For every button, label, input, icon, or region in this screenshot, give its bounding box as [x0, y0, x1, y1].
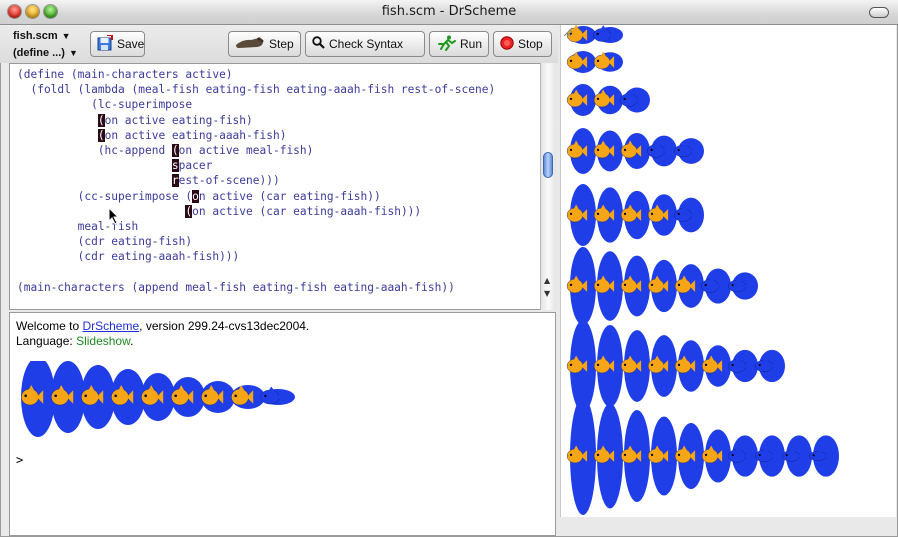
stop-icon — [500, 35, 514, 53]
chevron-down-icon: ▼ — [68, 48, 78, 58]
code-highlight: ( — [171, 144, 179, 158]
language-name: Slideshow — [76, 334, 131, 348]
language-suffix: . — [130, 334, 134, 348]
language-prefix: Language: — [16, 334, 77, 348]
code-line: (cdr eating-fish) — [17, 235, 193, 249]
code-line: (on active (car eating-aaah-fish))) — [185, 204, 422, 218]
check-syntax-button-label: Check Syntax — [329, 37, 404, 51]
definitions-scrollbar[interactable]: ▲ ▼ — [540, 63, 556, 310]
code-line: (cc-superimpose (on active (car eating-f… — [17, 189, 381, 203]
code-highlight: r — [171, 174, 179, 188]
drscheme-link[interactable]: DrScheme — [82, 319, 139, 333]
code-highlight: o — [192, 189, 199, 203]
chevron-down-icon: ▼ — [61, 31, 71, 41]
stop-button-label: Stop — [518, 37, 543, 51]
code-line: (foldl (lambda (meal-fish eating-fish ea… — [17, 83, 496, 97]
code-line: (hc-append (on active meal-fish) — [17, 144, 314, 158]
code-highlight: ( — [97, 128, 105, 142]
code-highlight: s — [171, 159, 179, 173]
scrollbar-thumb[interactable] — [543, 152, 553, 178]
window-title: fish.scm - DrScheme — [381, 4, 517, 19]
title-bar: fish.scm - DrScheme — [0, 0, 898, 25]
code-highlight: ( — [97, 113, 105, 127]
code-line: (on active eating-fish) — [97, 113, 253, 127]
slideshow-stage — [560, 25, 896, 517]
fish-scene — [566, 25, 839, 515]
definitions-editor[interactable]: (define (main-characters active) (foldl … — [9, 63, 542, 310]
welcome-prefix: Welcome to — [16, 319, 83, 333]
code-line: (main-characters (append meal-fish eatin… — [17, 280, 455, 294]
toolbar-toggle-button[interactable] — [869, 7, 889, 18]
check-syntax-button[interactable]: Check Syntax — [305, 31, 425, 57]
code-line: (define (main-characters active) — [17, 68, 233, 81]
check-syntax-icon — [312, 36, 325, 52]
repl-prompt[interactable]: > — [16, 453, 23, 467]
file-name-label: fish.scm — [13, 30, 58, 42]
language-line: Language: Slideshow. — [16, 334, 133, 348]
code-line: (cdr eating-aaah-fish))) — [17, 250, 240, 264]
step-icon — [235, 36, 265, 53]
step-button-label: Step — [269, 37, 294, 51]
version-text: , version 299.24-cvs13dec2004. — [139, 319, 310, 333]
define-popup-label: (define ...) — [13, 47, 65, 59]
save-icon — [97, 33, 113, 54]
scroll-up-arrow[interactable]: ▲ — [544, 276, 550, 285]
drscheme-window: fish.scm - DrScheme fish.scm ▼ (define ..… — [0, 0, 898, 537]
interactions-window[interactable]: Welcome to DrScheme, version 299.24-cvs1… — [9, 312, 556, 536]
file-name-popup[interactable]: fish.scm ▼ — [13, 30, 71, 42]
mouse-cursor-icon — [108, 207, 120, 225]
code-line: rest-of-scene))) — [171, 174, 280, 188]
toolbar: fish.scm ▼ (define ...) ▼ Save Step Check … — [0, 25, 558, 63]
run-button[interactable]: Run — [429, 31, 489, 57]
code-highlight: ( — [185, 204, 193, 218]
resize-grip-icon[interactable] — [561, 25, 573, 37]
step-button[interactable]: Step — [228, 31, 301, 57]
code-line: (lc-superimpose — [17, 98, 193, 112]
code-line: spacer — [171, 159, 213, 173]
stop-button[interactable]: Stop — [493, 31, 552, 57]
code-line: meal-fish — [17, 220, 139, 234]
run-icon — [436, 35, 456, 54]
code-line: (on active eating-aaah-fish) — [97, 128, 287, 142]
save-button[interactable]: Save — [90, 31, 145, 57]
define-popup[interactable]: (define ...) ▼ — [13, 47, 78, 59]
repl-fish-image — [21, 361, 295, 437]
scroll-down-arrow[interactable]: ▼ — [544, 289, 550, 298]
welcome-message: Welcome to DrScheme, version 299.24-cvs1… — [16, 319, 309, 333]
run-button-label: Run — [460, 37, 483, 51]
save-button-label: Save — [117, 37, 145, 51]
